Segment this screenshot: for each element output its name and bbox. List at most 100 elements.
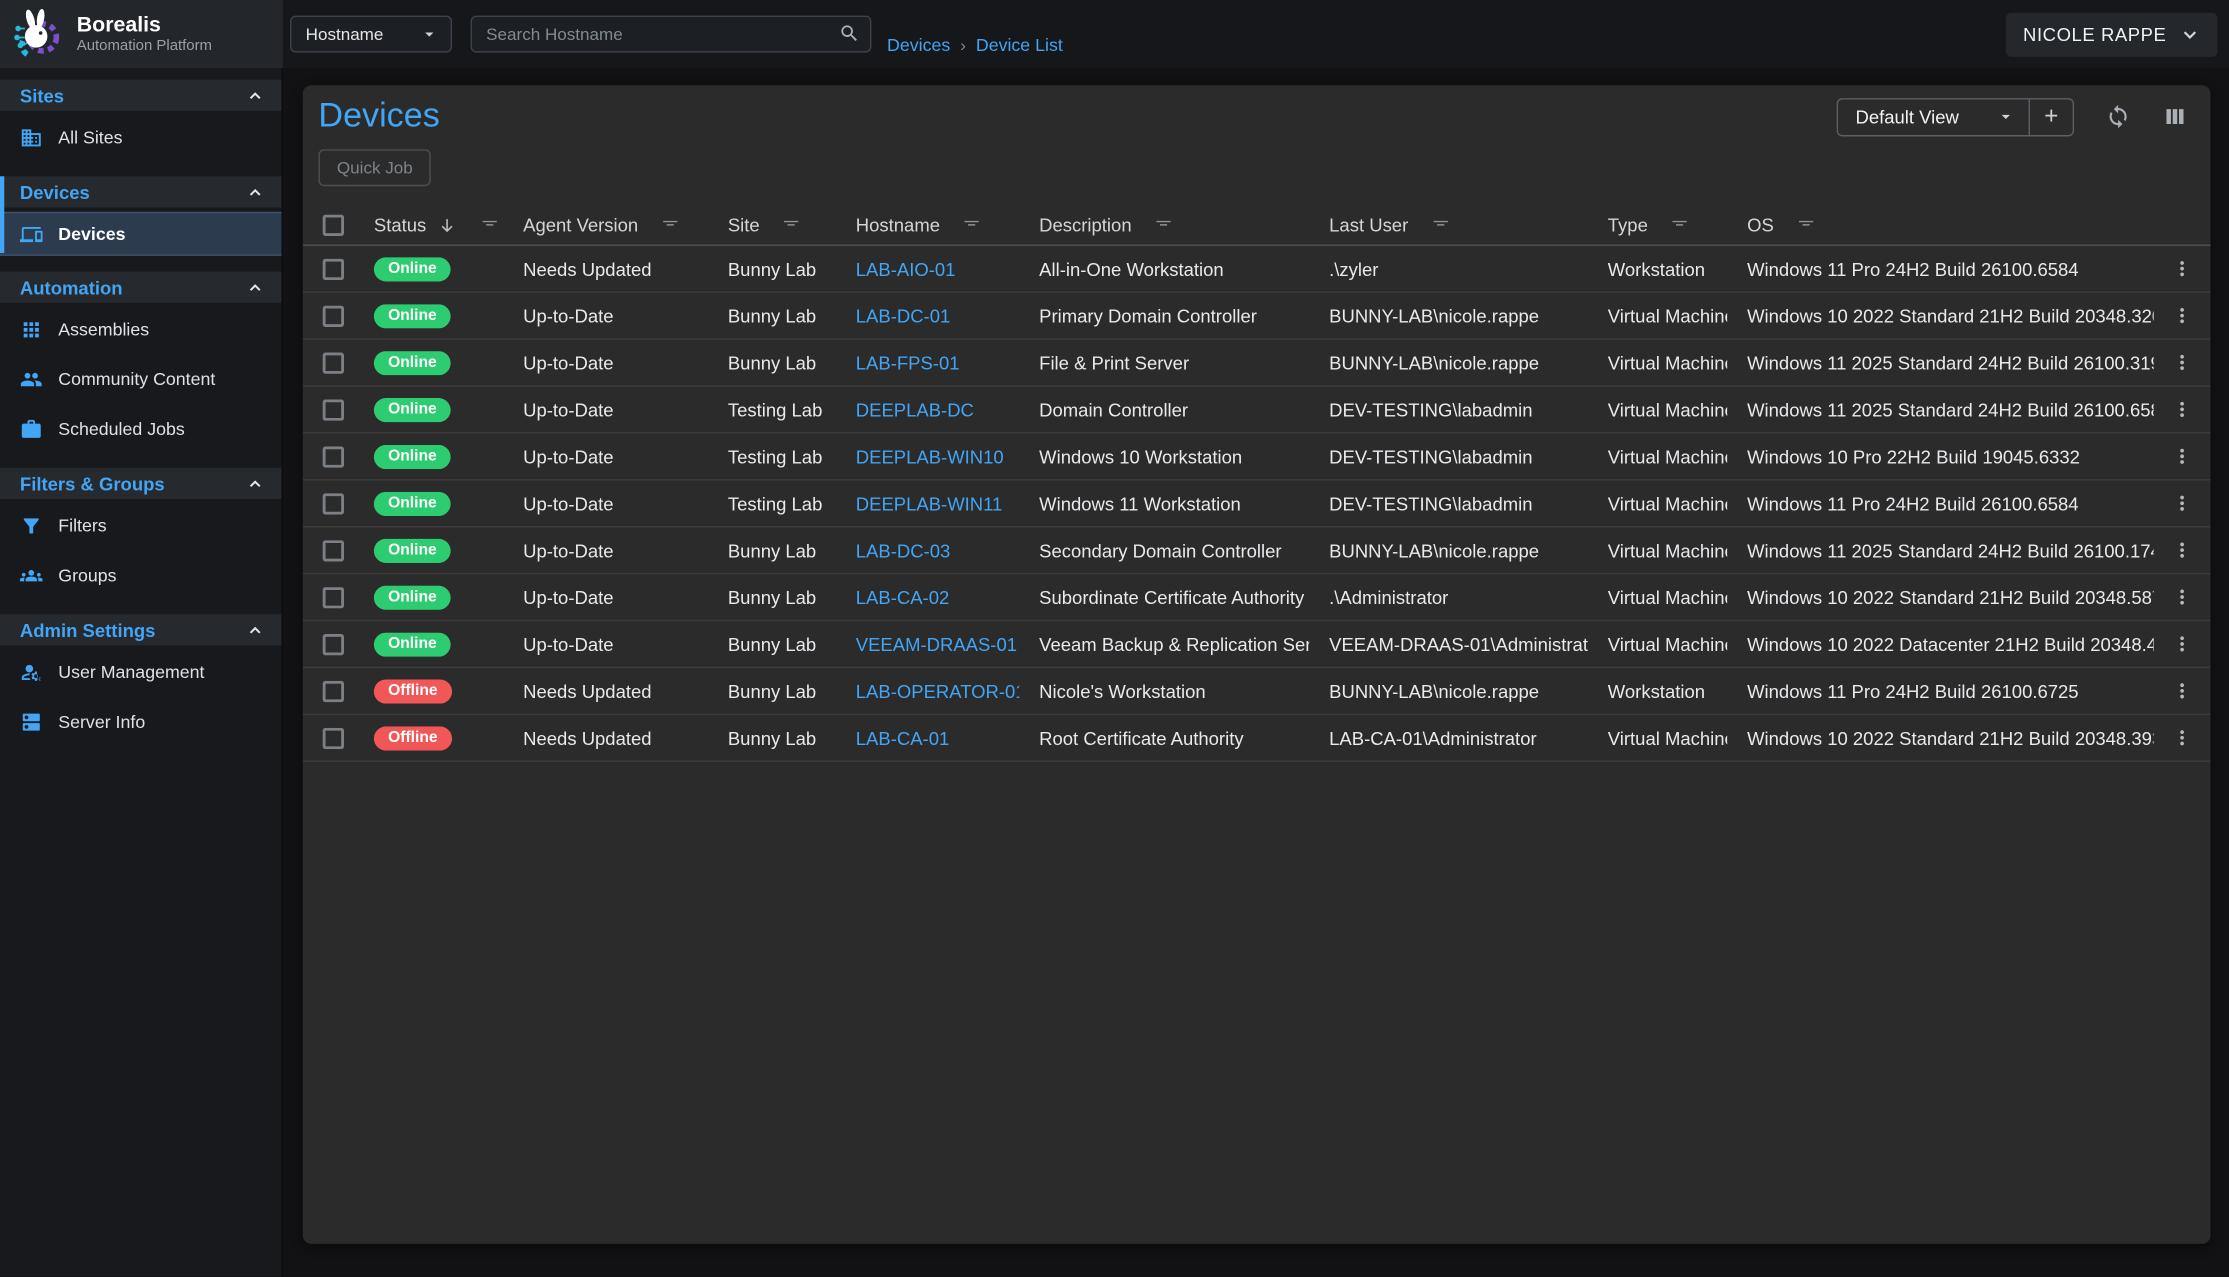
row-menu-icon[interactable]: [2171, 726, 2194, 749]
row-menu-icon[interactable]: [2171, 257, 2194, 280]
column-header-description[interactable]: Description: [1019, 214, 1309, 235]
sidebar-item-user-management[interactable]: User Management: [0, 650, 281, 695]
brand-logo-block[interactable]: Borealis Automation Platform: [0, 0, 283, 68]
column-header-type[interactable]: Type: [1588, 214, 1727, 235]
building-icon: [20, 127, 43, 150]
sidebar-item-filters[interactable]: Filters: [0, 503, 281, 548]
filter-list-icon[interactable]: [781, 214, 802, 235]
row-checkbox[interactable]: [323, 352, 344, 373]
row-checkbox[interactable]: [323, 727, 344, 748]
row-menu-icon[interactable]: [2171, 398, 2194, 421]
sidebar-item-community-content[interactable]: Community Content: [0, 357, 281, 402]
chevron-up-icon: [246, 621, 264, 639]
cell-agent-version: Needs Updated: [503, 680, 708, 701]
column-header-agent_version[interactable]: Agent Version: [503, 214, 708, 235]
table-row: OnlineUp-to-DateBunny LabLAB-CA-02Subord…: [303, 574, 2211, 621]
hostname-link[interactable]: DEEPLAB-DC: [856, 399, 974, 420]
filter-list-icon[interactable]: [479, 214, 500, 235]
brand-name: Borealis: [77, 13, 212, 37]
row-checkbox[interactable]: [323, 446, 344, 467]
column-header-os[interactable]: OS: [1727, 214, 2153, 235]
cell-status: Online: [354, 304, 503, 328]
sidebar-item-server-info[interactable]: Server Info: [0, 699, 281, 744]
row-checkbox[interactable]: [323, 539, 344, 560]
filter-list-icon[interactable]: [961, 214, 982, 235]
sidebar-item-groups[interactable]: Groups: [0, 553, 281, 598]
hostname-link[interactable]: LAB-AIO-01: [856, 258, 956, 279]
row-checkbox[interactable]: [323, 399, 344, 420]
filter-list-icon[interactable]: [1669, 214, 1690, 235]
column-header-last_user[interactable]: Last User: [1309, 214, 1588, 235]
sidebar-section-header-filters-groups[interactable]: Filters & Groups: [0, 468, 281, 499]
hostname-link[interactable]: LAB-OPERATOR-01: [856, 680, 1019, 701]
quick-job-button[interactable]: Quick Job: [318, 149, 431, 186]
sidebar: Sites All Sites Devices Devices Automati…: [0, 68, 283, 1276]
cell-type: Virtual Machine: [1588, 633, 1727, 654]
cell-description: Primary Domain Controller: [1019, 305, 1309, 326]
row-menu-icon[interactable]: [2171, 539, 2194, 562]
view-select[interactable]: Default View: [1838, 99, 2028, 135]
cell-os: Windows 11 Pro 24H2 Build 26100.6725: [1727, 680, 2153, 701]
row-menu-icon[interactable]: [2171, 445, 2194, 468]
row-checkbox[interactable]: [323, 633, 344, 654]
breadcrumb-device-list[interactable]: Device List: [976, 36, 1063, 56]
row-checkbox[interactable]: [323, 493, 344, 514]
row-checkbox[interactable]: [323, 586, 344, 607]
cell-agent-version: Needs Updated: [503, 258, 708, 279]
cell-site: Bunny Lab: [708, 539, 836, 560]
filter-list-icon[interactable]: [1795, 214, 1816, 235]
row-checkbox[interactable]: [323, 680, 344, 701]
add-view-button[interactable]: +: [2030, 99, 2073, 135]
sidebar-section-header-automation[interactable]: Automation: [0, 272, 281, 303]
hostname-link[interactable]: LAB-CA-02: [856, 586, 949, 607]
hostname-link[interactable]: DEEPLAB-WIN10: [856, 446, 1004, 467]
status-badge: Online: [374, 585, 451, 609]
chevron-up-icon: [246, 474, 264, 492]
filter-list-icon[interactable]: [660, 214, 681, 235]
sidebar-item-scheduled-jobs[interactable]: Scheduled Jobs: [0, 407, 281, 452]
devices-icon: [20, 222, 43, 245]
cell-os: Windows 11 Pro 24H2 Build 26100.6584: [1727, 493, 2153, 514]
breadcrumb-devices[interactable]: Devices: [887, 36, 950, 56]
hostname-link[interactable]: VEEAM-DRAAS-01: [856, 633, 1017, 654]
cell-status: Online: [354, 350, 503, 374]
sidebar-item-devices[interactable]: Devices: [0, 212, 281, 256]
cell-type: Virtual Machine: [1588, 446, 1727, 467]
column-header-site[interactable]: Site: [708, 214, 836, 235]
row-checkbox[interactable]: [323, 258, 344, 279]
row-menu-icon[interactable]: [2171, 492, 2194, 515]
page-title: Devices: [318, 97, 439, 137]
sidebar-section-header-devices[interactable]: Devices: [0, 176, 281, 207]
row-menu-icon[interactable]: [2171, 680, 2194, 703]
hostname-filter-select[interactable]: Hostname: [290, 16, 452, 53]
row-menu-icon[interactable]: [2171, 351, 2194, 374]
filter-list-icon[interactable]: [1430, 214, 1451, 235]
caret-down-icon: [419, 24, 439, 44]
select-all-checkbox[interactable]: [323, 214, 344, 235]
column-header-hostname[interactable]: Hostname: [836, 214, 1019, 235]
cell-site: Bunny Lab: [708, 352, 836, 373]
cell-description: All-in-One Workstation: [1019, 258, 1309, 279]
hostname-link[interactable]: LAB-CA-01: [856, 727, 949, 748]
hostname-link[interactable]: LAB-DC-03: [856, 539, 950, 560]
sidebar-item-all-sites[interactable]: All Sites: [0, 115, 281, 160]
filter-list-icon[interactable]: [1153, 214, 1174, 235]
breadcrumb: Devices › Device List: [887, 36, 1063, 56]
columns-icon[interactable]: [2162, 104, 2188, 130]
row-menu-icon[interactable]: [2171, 633, 2194, 656]
search-input[interactable]: [471, 16, 872, 53]
refresh-icon[interactable]: [2105, 104, 2131, 130]
sidebar-section-header-sites[interactable]: Sites: [0, 80, 281, 111]
sidebar-item-assemblies[interactable]: Assemblies: [0, 307, 281, 352]
cell-last-user: VEEAM-DRAAS-01\Administrator: [1309, 633, 1588, 654]
row-menu-icon[interactable]: [2171, 304, 2194, 327]
hostname-link[interactable]: LAB-DC-01: [856, 305, 950, 326]
sidebar-section-header-admin-settings[interactable]: Admin Settings: [0, 614, 281, 645]
row-menu-icon[interactable]: [2171, 586, 2194, 609]
user-menu-button[interactable]: NICOLE RAPPE: [2006, 12, 2218, 56]
hostname-link[interactable]: DEEPLAB-WIN11: [856, 493, 1003, 514]
hostname-link[interactable]: LAB-FPS-01: [856, 352, 960, 373]
column-header-status[interactable]: Status: [354, 214, 503, 235]
row-checkbox[interactable]: [323, 305, 344, 326]
cell-os: Windows 11 2025 Standard 24H2 Build 2610…: [1727, 352, 2153, 373]
